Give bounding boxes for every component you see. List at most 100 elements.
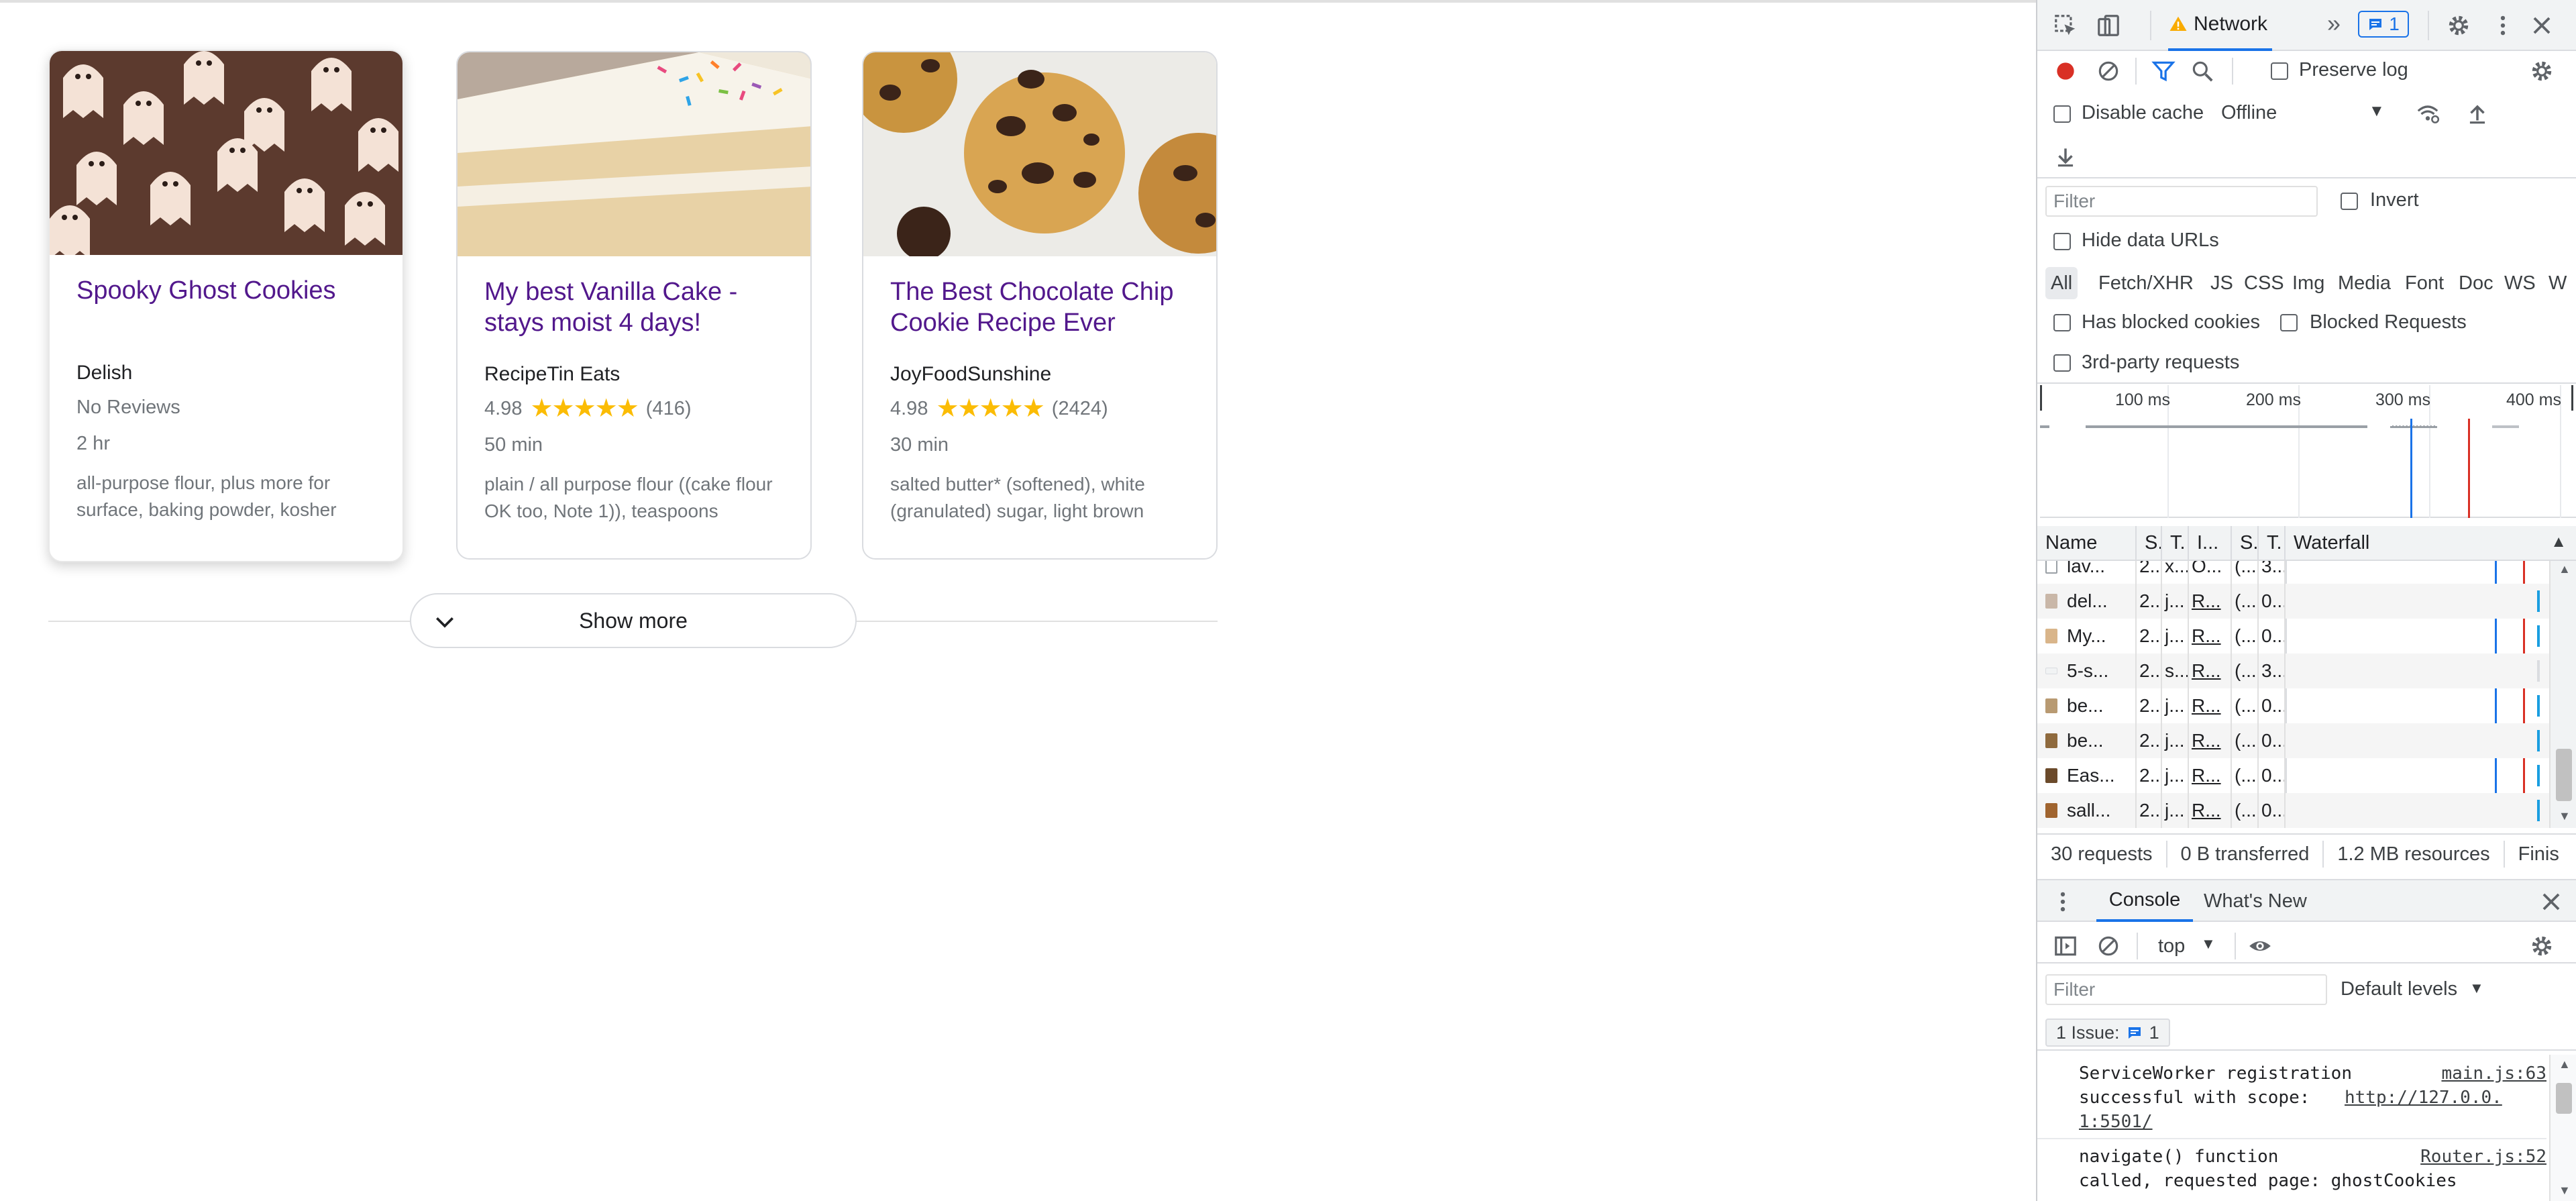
request-size: (... bbox=[2232, 793, 2259, 828]
preserve-log-checkbox[interactable] bbox=[2271, 62, 2288, 80]
throttling-dropdown-icon[interactable]: ▼ bbox=[2369, 102, 2385, 121]
column-initiator[interactable]: I... bbox=[2189, 526, 2232, 560]
request-initiator[interactable]: R... bbox=[2189, 758, 2232, 793]
tab-network[interactable]: Network bbox=[2168, 0, 2272, 51]
type-filter-all[interactable]: All bbox=[2045, 267, 2078, 299]
request-initiator[interactable]: R... bbox=[2189, 619, 2232, 654]
show-sidebar-icon[interactable] bbox=[2051, 931, 2080, 961]
disable-cache-checkbox[interactable] bbox=[2053, 105, 2071, 123]
inspect-element-icon[interactable] bbox=[2051, 11, 2080, 40]
close-drawer-icon[interactable] bbox=[2536, 887, 2566, 917]
recipe-card-chocolate-chip-cookies[interactable]: The Best Chocolate Chip Cookie Recipe Ev… bbox=[862, 51, 1218, 560]
issues-counter-button[interactable]: 1 bbox=[2358, 11, 2409, 38]
recipe-card-ghost-cookies[interactable]: Spooky Ghost Cookies Delish No Reviews 2… bbox=[48, 50, 404, 562]
type-filter-fetch-xhr[interactable]: Fetch/XHR bbox=[2093, 267, 2199, 299]
console-filter-input[interactable]: Filter bbox=[2045, 974, 2327, 1005]
tab-console[interactable]: Console bbox=[2096, 880, 2193, 922]
hide-data-urls-checkbox[interactable] bbox=[2053, 233, 2071, 250]
sort-ascending-icon[interactable]: ▲ bbox=[2551, 533, 2567, 552]
column-size[interactable]: S. bbox=[2232, 526, 2259, 560]
context-dropdown-icon[interactable]: ▼ bbox=[2201, 935, 2216, 953]
recipe-card-vanilla-cake[interactable]: My best Vanilla Cake - stays moist 4 day… bbox=[456, 51, 812, 560]
table-row[interactable]: Eas... 2... j... R... (... 0... bbox=[2037, 758, 2549, 793]
column-name[interactable]: Name bbox=[2037, 526, 2137, 560]
close-devtools-icon[interactable] bbox=[2527, 11, 2557, 40]
kebab-menu-icon[interactable] bbox=[2488, 11, 2518, 40]
filter-icon[interactable] bbox=[2149, 56, 2178, 86]
log-levels-dropdown-icon[interactable]: ▼ bbox=[2469, 980, 2484, 997]
scrollbar-thumb[interactable] bbox=[2556, 1083, 2572, 1114]
network-settings-gear-icon[interactable] bbox=[2527, 56, 2557, 86]
issues-link-button[interactable]: 1 Issue: 1 bbox=[2045, 1019, 2170, 1047]
blocked-requests-checkbox[interactable] bbox=[2280, 314, 2298, 331]
vanilla-cake-image[interactable] bbox=[458, 52, 810, 256]
settings-gear-icon[interactable] bbox=[2444, 11, 2473, 40]
network-conditions-icon[interactable] bbox=[2413, 99, 2443, 129]
scroll-up-icon[interactable]: ▲ bbox=[2559, 1057, 2571, 1072]
tab-whats-new[interactable]: What's New bbox=[2204, 880, 2307, 922]
request-initiator[interactable]: R... bbox=[2189, 584, 2232, 619]
chocolate-chip-cookies-image[interactable] bbox=[863, 52, 1216, 256]
table-row[interactable]: lav... 2... x... O... (... 3... bbox=[2037, 561, 2549, 584]
table-row[interactable]: My... 2... j... R... (... 0... bbox=[2037, 619, 2549, 654]
console-source-link[interactable]: Router.js:52 bbox=[2420, 1145, 2546, 1169]
has-blocked-cookies-checkbox[interactable] bbox=[2053, 314, 2071, 331]
type-filter-js[interactable]: JS bbox=[2205, 267, 2239, 299]
table-row[interactable]: 5-s... 2... s... R... (... 3... bbox=[2037, 654, 2549, 688]
table-row[interactable]: sall... 2... j... R... (... 0... bbox=[2037, 793, 2549, 828]
clear-console-icon[interactable] bbox=[2094, 931, 2123, 961]
column-time[interactable]: T. bbox=[2259, 526, 2286, 560]
more-tabs-icon[interactable]: » bbox=[2327, 9, 2341, 38]
console-scrollbar[interactable]: ▲ ▼ bbox=[2549, 1055, 2576, 1201]
request-initiator[interactable]: R... bbox=[2189, 723, 2232, 758]
type-filter-img[interactable]: Img bbox=[2287, 267, 2330, 299]
console-message-link[interactable]: 1:5501/ bbox=[2079, 1110, 2546, 1134]
toolbar-divider bbox=[2235, 933, 2236, 959]
column-waterfall[interactable]: Waterfall bbox=[2286, 526, 2547, 560]
request-initiator[interactable]: R... bbox=[2189, 654, 2232, 688]
recipe-title[interactable]: Spooky Ghost Cookies bbox=[76, 275, 382, 337]
type-filter-media[interactable]: Media bbox=[2332, 267, 2396, 299]
network-filter-input[interactable]: Filter bbox=[2045, 186, 2318, 217]
type-filter-wasm[interactable]: W bbox=[2543, 267, 2572, 299]
request-initiator[interactable]: R... bbox=[2189, 688, 2232, 723]
table-row[interactable]: be... 2... j... R... (... 0... bbox=[2037, 688, 2549, 723]
requests-scrollbar[interactable]: ▲ ▼ bbox=[2549, 561, 2576, 828]
record-icon[interactable] bbox=[2051, 56, 2080, 86]
type-filter-doc[interactable]: Doc bbox=[2453, 267, 2499, 299]
type-filter-css[interactable]: CSS bbox=[2239, 267, 2290, 299]
search-icon[interactable] bbox=[2188, 56, 2217, 86]
scroll-down-icon[interactable]: ▼ bbox=[2559, 809, 2571, 823]
column-status[interactable]: S. bbox=[2137, 526, 2162, 560]
console-source-link[interactable]: main.js:63 bbox=[2441, 1061, 2546, 1086]
console-settings-gear-icon[interactable] bbox=[2527, 931, 2557, 961]
console-message-link[interactable]: http://127.0.0. bbox=[2345, 1086, 2502, 1110]
type-filter-font[interactable]: Font bbox=[2400, 267, 2449, 299]
clear-icon[interactable] bbox=[2094, 56, 2123, 86]
drawer-menu-icon[interactable] bbox=[2048, 887, 2078, 917]
network-overview-timeline[interactable]: 100 ms 200 ms 300 ms 400 ms bbox=[2040, 385, 2576, 518]
show-more-button[interactable]: Show more bbox=[410, 593, 857, 648]
scrollbar-thumb[interactable] bbox=[2556, 749, 2572, 801]
device-toolbar-icon[interactable] bbox=[2094, 11, 2123, 40]
log-levels-select[interactable]: Default levels bbox=[2341, 978, 2457, 1000]
request-initiator[interactable]: O... bbox=[2189, 561, 2232, 584]
requests-table-body[interactable]: lav... 2... x... O... (... 3... del... 2… bbox=[2037, 561, 2576, 828]
live-expression-eye-icon[interactable] bbox=[2245, 931, 2275, 961]
type-filter-ws[interactable]: WS bbox=[2499, 267, 2541, 299]
scroll-up-icon[interactable]: ▲ bbox=[2559, 562, 2571, 576]
recipe-title[interactable]: My best Vanilla Cake - stays moist 4 day… bbox=[484, 276, 790, 338]
invert-checkbox[interactable] bbox=[2341, 193, 2358, 210]
scroll-down-icon[interactable]: ▼ bbox=[2559, 1184, 2571, 1198]
column-type[interactable]: T. bbox=[2162, 526, 2189, 560]
table-row[interactable]: del... 2... j... R... (... 0... bbox=[2037, 584, 2549, 619]
recipe-title[interactable]: The Best Chocolate Chip Cookie Recipe Ev… bbox=[890, 276, 1196, 338]
import-har-icon[interactable] bbox=[2463, 99, 2492, 129]
export-har-icon[interactable] bbox=[2051, 142, 2080, 172]
throttling-select[interactable]: Offline bbox=[2221, 102, 2277, 124]
request-initiator[interactable]: R... bbox=[2189, 793, 2232, 828]
ghost-cookies-image[interactable] bbox=[50, 51, 402, 255]
third-party-checkbox[interactable] bbox=[2053, 354, 2071, 372]
context-selector[interactable]: top bbox=[2158, 935, 2185, 957]
table-row[interactable]: be... 2... j... R... (... 0... bbox=[2037, 723, 2549, 758]
